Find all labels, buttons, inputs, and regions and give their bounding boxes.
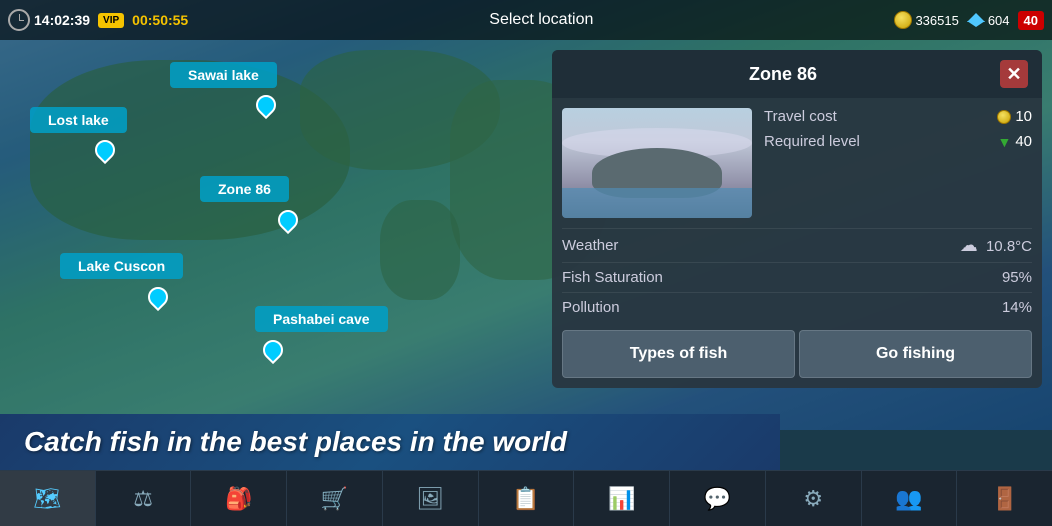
settings-nav-icon: ⚙ (803, 486, 823, 512)
exit-nav-icon: 🚪 (991, 486, 1018, 512)
pin-pashabei (263, 340, 283, 360)
chat-nav-icon: 💬 (704, 486, 731, 512)
diamond-icon (967, 13, 985, 22)
nav-item-gallery[interactable]: 🖼 (383, 471, 479, 526)
nav-item-bag[interactable]: 🎒 (191, 471, 287, 526)
currency-section: 336515 604 40 (886, 11, 1052, 30)
travel-cost-label: Travel cost (764, 108, 837, 125)
vip-badge[interactable]: VIP (98, 13, 124, 28)
zone-panel-header: Zone 86 ✕ (552, 50, 1042, 98)
zone-info: Travel cost 10 Required level ▼ 40 (764, 108, 1032, 218)
bag-nav-icon: 🎒 (225, 486, 252, 512)
map-nav-icon: 🗺 (33, 486, 61, 512)
zone-title: Zone 86 (566, 64, 1000, 85)
nav-item-chat[interactable]: 💬 (670, 471, 766, 526)
weather-row: Weather ☁ 10.8°C (562, 228, 1032, 256)
bottom-banner: Catch fish in the best places in the wor… (0, 414, 780, 470)
zone-panel: Zone 86 ✕ Travel cost 10 Required level … (552, 50, 1042, 388)
nav-item-tasks[interactable]: 📋 (479, 471, 575, 526)
diamonds-display: 604 (967, 13, 1010, 28)
nav-item-settings[interactable]: ⚙ (766, 471, 862, 526)
pin-zone86 (278, 210, 298, 230)
coins-display: 336515 (894, 11, 958, 29)
zone-details: Weather ☁ 10.8°C Fish Saturation 95% Pol… (552, 228, 1042, 326)
zone-thumbnail (562, 108, 752, 218)
diamonds-value: 604 (988, 13, 1010, 28)
weather-value: ☁ 10.8°C (960, 235, 1032, 256)
required-level-label: Required level (764, 133, 860, 150)
location-lake-cuscon[interactable]: Lake Cuscon (60, 253, 183, 279)
nav-item-friends[interactable]: 👥 (862, 471, 958, 526)
nav-item-map[interactable]: 🗺 (0, 471, 96, 526)
required-level-value: ▼ 40 (997, 133, 1032, 150)
pollution-value: 14% (1002, 299, 1032, 316)
travel-cost-row: Travel cost 10 (764, 108, 1032, 125)
balance-nav-icon: ⚖ (133, 486, 153, 512)
weather-label: Weather (562, 237, 618, 254)
timer: 00:50:55 (132, 12, 188, 28)
go-fishing-button[interactable]: Go fishing (799, 330, 1032, 378)
pin-sawai (256, 95, 276, 115)
location-zone86[interactable]: Zone 86 (200, 176, 289, 202)
zone-buttons: Types of fish Go fishing (562, 330, 1032, 378)
current-time: 14:02:39 (34, 12, 90, 28)
pollution-row: Pollution 14% (562, 292, 1032, 316)
close-button[interactable]: ✕ (1000, 60, 1028, 88)
time-section: 14:02:39 VIP 00:50:55 (0, 9, 196, 31)
gallery-nav-icon: 🖼 (416, 486, 444, 512)
clock-icon (8, 9, 30, 31)
fish-saturation-row: Fish Saturation 95% (562, 262, 1032, 286)
zone-panel-body: Travel cost 10 Required level ▼ 40 (552, 98, 1042, 228)
fish-saturation-value: 95% (1002, 269, 1032, 286)
weather-icon: ☁ (960, 235, 978, 255)
nav-item-stats[interactable]: 📊 (574, 471, 670, 526)
nav-item-balance[interactable]: ⚖ (96, 471, 192, 526)
pin-cuscon (148, 287, 168, 307)
friends-nav-icon: 👥 (895, 486, 922, 512)
banner-text: Catch fish in the best places in the wor… (24, 426, 756, 458)
tasks-nav-icon: 📋 (512, 486, 539, 512)
coins-value: 336515 (915, 13, 958, 28)
stats-nav-icon: 📊 (608, 486, 635, 512)
shop-nav-icon: 🛒 (321, 486, 348, 512)
types-of-fish-button[interactable]: Types of fish (562, 330, 795, 378)
pollution-label: Pollution (562, 299, 620, 316)
required-level-row: Required level ▼ 40 (764, 133, 1032, 150)
fish-saturation-label: Fish Saturation (562, 269, 663, 286)
coin-icon (894, 11, 912, 29)
level-badge: 40 (1018, 11, 1044, 30)
location-lost-lake[interactable]: Lost lake (30, 107, 127, 133)
pin-lost (95, 140, 115, 160)
travel-cost-value: 10 (997, 108, 1032, 125)
top-bar: 14:02:39 VIP 00:50:55 Select location 33… (0, 0, 1052, 40)
coin-small-icon (997, 110, 1011, 124)
location-pashabei[interactable]: Pashabei cave (255, 306, 388, 332)
nav-item-shop[interactable]: 🛒 (287, 471, 383, 526)
nav-item-exit[interactable]: 🚪 (957, 471, 1052, 526)
location-sawai-lake[interactable]: Sawai lake (170, 62, 277, 88)
bottom-nav: 🗺 ⚖ 🎒 🛒 🖼 📋 📊 💬 ⚙ 👥 🚪 (0, 470, 1052, 526)
select-location-label: Select location (196, 11, 886, 29)
